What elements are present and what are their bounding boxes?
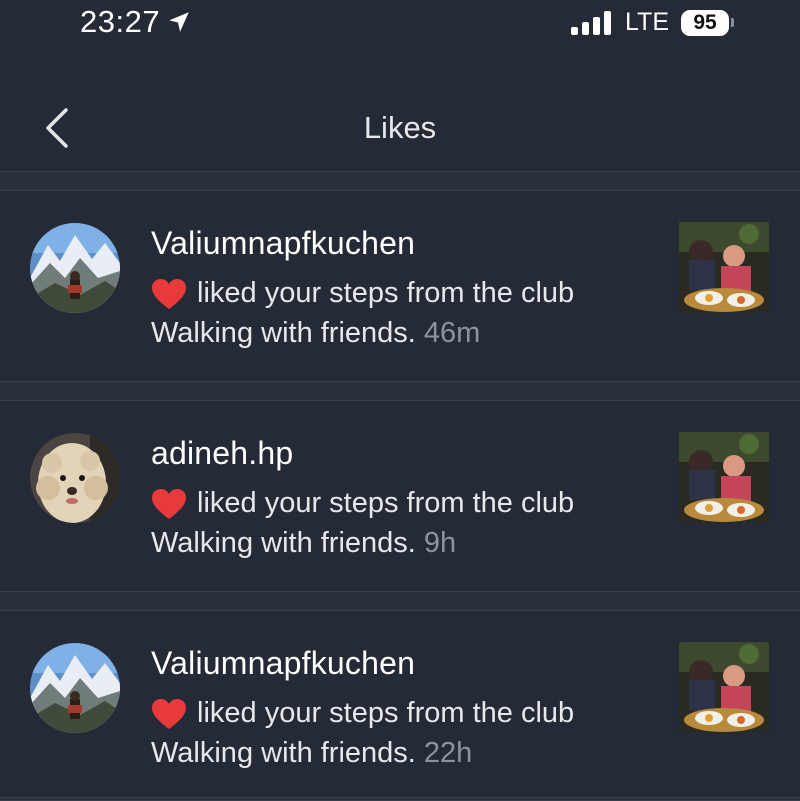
dinner-thumbnail-image [679,432,769,522]
location-arrow-icon [169,12,189,32]
username[interactable]: Valiumnapfkuchen [151,645,415,682]
club-name: Walking with friends. [151,737,416,769]
like-action-text: liked your steps from the club [197,487,575,519]
like-item[interactable]: Valiumnapfkuchen liked your steps from t… [0,191,800,381]
like-action: liked your steps from the club [151,697,574,730]
mountain-avatar-image [30,223,120,313]
status-time: 23:27 [80,4,192,40]
section-divider [0,797,800,801]
network-type: LTE [625,8,669,36]
avatar[interactable] [30,433,120,523]
timestamp: 9h [423,527,457,559]
heart-icon [152,278,186,309]
username[interactable]: Valiumnapfkuchen [151,225,415,262]
section-divider [0,171,800,191]
section-divider [0,591,800,611]
battery-icon: 95 [681,9,734,36]
club-line: Walking with friends. 46m [151,317,480,350]
dog-avatar-image [30,433,120,523]
club-line: Walking with friends. 22h [151,737,472,770]
battery-level: 95 [681,9,729,36]
battery-tip [731,18,734,27]
username[interactable]: adineh.hp [151,435,293,472]
signal-bars-icon [571,10,611,35]
dinner-thumbnail-image [679,642,769,732]
dinner-thumbnail-image [679,222,769,312]
avatar[interactable] [30,643,120,733]
page-title: Likes [363,110,437,145]
activity-thumbnail[interactable] [679,642,769,732]
heart-icon [152,488,186,519]
like-action-text: liked your steps from the club [197,697,575,729]
nav-header: Likes [0,60,800,170]
club-line: Walking with friends. 9h [151,527,456,560]
section-divider [0,381,800,401]
status-bar: 23:27 LTE 95 [0,0,800,50]
activity-thumbnail[interactable] [679,432,769,522]
heart-icon [152,698,186,729]
like-action-text: liked your steps from the club [197,277,575,309]
likes-screen: 23:27 LTE 95 Likes Valiumnapfkuchen like… [0,0,800,801]
like-action: liked your steps from the club [151,487,574,520]
status-indicators: LTE 95 [571,8,734,37]
status-time-text: 23:27 [80,4,161,39]
mountain-avatar-image [30,643,120,733]
timestamp: 46m [423,317,481,349]
avatar[interactable] [30,223,120,313]
like-action: liked your steps from the club [151,277,574,310]
like-item[interactable]: Valiumnapfkuchen liked your steps from t… [0,611,800,801]
like-item[interactable]: adineh.hp liked your steps from the club… [0,401,800,591]
club-name: Walking with friends. [151,317,416,349]
activity-thumbnail[interactable] [679,222,769,312]
timestamp: 22h [423,737,473,769]
club-name: Walking with friends. [151,527,416,559]
